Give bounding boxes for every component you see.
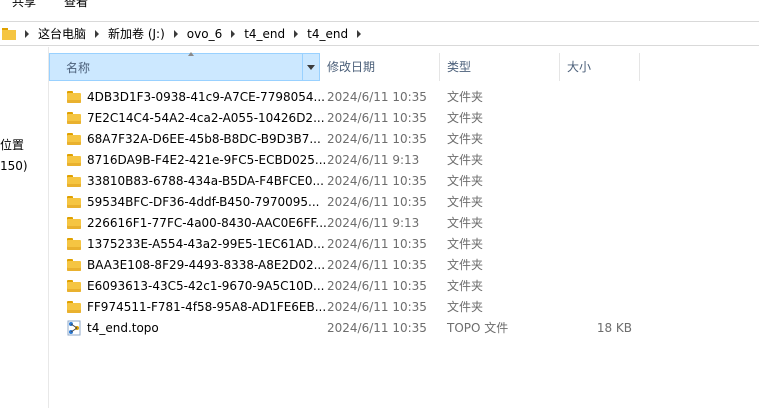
file-type: 文件夹 (447, 90, 484, 104)
file-date: 2024/6/11 10:35 (327, 237, 427, 251)
file-type: 文件夹 (447, 132, 484, 146)
folder-icon (67, 91, 81, 103)
file-row[interactable]: 59534BFC-DF36-4ddf-B450-7970095... 2024/6… (65, 192, 645, 213)
topo-file-icon (67, 320, 81, 336)
column-header-size-label: 大小 (567, 60, 592, 74)
chevron-right-icon[interactable] (95, 29, 100, 38)
file-type: 文件夹 (447, 216, 484, 230)
file-name: FF974511-F781-4f58-95A8-AD1FE6EB... (87, 300, 327, 314)
file-row[interactable]: BAA3E108-8F29-4493-8338-A8E2D02... 2024/6… (65, 255, 645, 276)
file-type: 文件夹 (447, 153, 484, 167)
file-name: 1375233E-A554-43a2-99E5-1EC61AD... (87, 237, 325, 251)
file-row[interactable]: 4DB3D1F3-0938-41c9-A7CE-7798054... 2024/6… (65, 87, 645, 108)
sort-up-icon (188, 52, 194, 56)
file-type: TOPO 文件 (447, 321, 509, 335)
column-header-name[interactable]: 名称 (49, 52, 320, 81)
file-row[interactable]: 8716DA9B-F4E2-421e-9FC5-ECBD025... 2024/6… (65, 150, 645, 171)
file-date: 2024/6/11 10:35 (327, 174, 427, 188)
file-date: 2024/6/11 10:35 (327, 90, 427, 104)
file-date: 2024/6/11 9:13 (327, 216, 420, 230)
breadcrumb-this-pc[interactable]: 这台电脑 (38, 25, 86, 42)
folder-icon (67, 175, 81, 187)
chevron-right-icon[interactable] (357, 29, 362, 38)
file-row[interactable]: 68A7F32A-D6EE-45b8-B8DC-B9D3B7... 2024/6/… (65, 129, 645, 150)
file-date: 2024/6/11 10:35 (327, 111, 427, 125)
file-type: 文件夹 (447, 237, 484, 251)
file-date: 2024/6/11 10:35 (327, 258, 427, 272)
breadcrumb-t4-end-current[interactable]: t4_end (307, 27, 348, 41)
file-row[interactable]: E6093613-43C5-42c1-9670-9A5C10D... 2024/6… (65, 276, 645, 297)
ribbon: 共享 查看 (0, 0, 759, 20)
column-header-date[interactable]: 修改日期 (320, 53, 440, 81)
chevron-right-icon[interactable] (231, 29, 236, 38)
folder-icon (67, 280, 81, 292)
file-name: 33810B83-6788-434a-B5DA-F4BFCE0... (87, 174, 324, 188)
file-row[interactable]: t4_end.topo 2024/6/11 10:35 TOPO 文件 18 KB (65, 318, 645, 339)
folder-icon (67, 259, 81, 271)
file-date: 2024/6/11 10:35 (327, 300, 427, 314)
chevron-down-icon[interactable] (302, 54, 319, 80)
folder-icon (67, 154, 81, 166)
file-name: E6093613-43C5-42c1-9670-9A5C10D... (87, 279, 325, 293)
file-date: 2024/6/11 9:13 (327, 153, 420, 167)
file-type: 文件夹 (447, 300, 484, 314)
file-type: 文件夹 (447, 195, 484, 209)
file-name: 59534BFC-DF36-4ddf-B450-7970095... (87, 195, 320, 209)
file-name: 8716DA9B-F4E2-421e-9FC5-ECBD025... (87, 153, 327, 167)
file-type: 文件夹 (447, 111, 484, 125)
pane-divider[interactable] (48, 47, 49, 408)
ribbon-tab-share[interactable]: 共享 (12, 0, 36, 10)
nav-item-count[interactable]: 150) (0, 159, 28, 173)
folder-icon (67, 133, 81, 145)
chevron-right-icon[interactable] (25, 29, 29, 38)
folder-icon (67, 217, 81, 229)
breadcrumb-t4-end[interactable]: t4_end (244, 27, 285, 41)
column-header-name-label: 名称 (66, 61, 91, 75)
file-date: 2024/6/11 10:35 (327, 132, 427, 146)
file-name: t4_end.topo (87, 321, 159, 335)
address-bar[interactable]: 这台电脑 新加卷 (J:) ovo_6 t4_end t4_end (0, 21, 759, 46)
breadcrumb-ovo6[interactable]: ovo_6 (187, 27, 222, 41)
file-name: 4DB3D1F3-0938-41c9-A7CE-7798054... (87, 90, 325, 104)
navigation-pane: 位置 150) (0, 47, 48, 408)
file-name: 68A7F32A-D6EE-45b8-B8DC-B9D3B7... (87, 132, 321, 146)
file-row[interactable]: 226616F1-77FC-4a00-8430-AAC0E6FF... 2024/… (65, 213, 645, 234)
folder-icon (2, 27, 16, 41)
column-header-type[interactable]: 类型 (440, 53, 560, 81)
file-date: 2024/6/11 10:35 (327, 321, 427, 335)
breadcrumb-drive[interactable]: 新加卷 (J:) (108, 25, 165, 42)
column-header-type-label: 类型 (447, 60, 472, 74)
file-type: 文件夹 (447, 258, 484, 272)
column-header-size[interactable]: 大小 (560, 53, 640, 81)
file-date: 2024/6/11 10:35 (327, 195, 427, 209)
file-name: 226616F1-77FC-4a00-8430-AAC0E6FF... (87, 216, 327, 230)
chevron-right-icon[interactable] (294, 29, 299, 38)
file-type: 文件夹 (447, 279, 484, 293)
file-row[interactable]: 1375233E-A554-43a2-99E5-1EC61AD... 2024/6… (65, 234, 645, 255)
chevron-right-icon[interactable] (173, 29, 178, 38)
file-row[interactable]: 33810B83-6788-434a-B5DA-F4BFCE0... 2024/6… (65, 171, 645, 192)
column-header-date-label: 修改日期 (327, 60, 376, 74)
ribbon-tab-view[interactable]: 查看 (64, 0, 88, 10)
file-row[interactable]: 7E2C14C4-54A2-4ca2-A055-10426D2... 2024/6… (65, 108, 645, 129)
folder-icon (67, 238, 81, 250)
folder-icon (67, 196, 81, 208)
nav-item-location[interactable]: 位置 (0, 136, 24, 153)
file-type: 文件夹 (447, 174, 484, 188)
folder-icon (67, 301, 81, 313)
file-date: 2024/6/11 10:35 (327, 279, 427, 293)
file-name: 7E2C14C4-54A2-4ca2-A055-10426D2... (87, 111, 325, 125)
file-size: 18 KB (596, 321, 632, 335)
folder-icon (67, 112, 81, 124)
file-row[interactable]: FF974511-F781-4f58-95A8-AD1FE6EB... 2024/… (65, 297, 645, 318)
file-name: BAA3E108-8F29-4493-8338-A8E2D02... (87, 258, 326, 272)
